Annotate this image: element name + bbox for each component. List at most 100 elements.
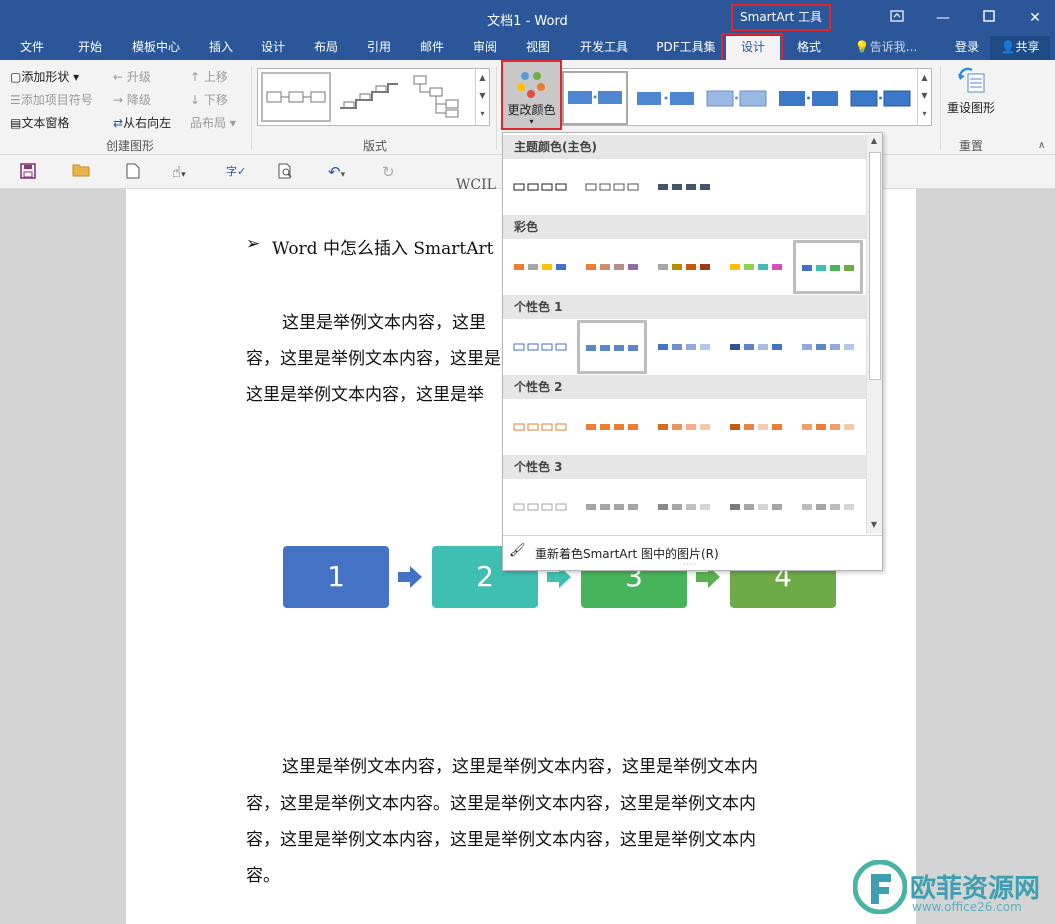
heading-text: Word 中怎么插入 SmartArt (272, 239, 494, 259)
tell-me-search[interactable]: 💡告诉我... (846, 36, 926, 60)
group-divider (251, 66, 252, 150)
color-swatch[interactable] (651, 483, 717, 531)
layouts-scroll[interactable]: ▲ ▼ ▾ (475, 69, 489, 125)
section-header-theme-colors: 主题颜色(主色) (503, 135, 866, 159)
tab-design[interactable]: 设计 (250, 36, 296, 60)
title-bar: 文档1 - Word SmartArt 工具 — ✕ (0, 0, 1055, 36)
color-swatch-hover[interactable] (577, 320, 647, 374)
tab-developer[interactable]: 开发工具 (570, 36, 638, 60)
new-document-icon[interactable] (126, 163, 140, 183)
color-swatch[interactable] (507, 403, 573, 451)
text-pane-button[interactable]: ▤文本窗格 (10, 114, 69, 131)
dropdown-scrollbar[interactable]: ▲ ▼ (866, 134, 882, 534)
color-swatch[interactable] (723, 323, 789, 371)
resize-grip-icon[interactable]: ···· (683, 560, 697, 569)
tab-format[interactable]: 格式 (785, 36, 833, 60)
layout-thumb-basic-process[interactable] (261, 72, 331, 122)
save-icon[interactable] (20, 163, 36, 183)
styles-scroll[interactable]: ▲ ▼ ▾ (917, 69, 931, 125)
color-swatch[interactable] (723, 243, 789, 291)
right-to-left-button[interactable]: ⇄从右向左 (113, 114, 171, 131)
ribbon-display-icon[interactable] (885, 6, 909, 30)
tab-references[interactable]: 引用 (356, 36, 402, 60)
tab-template-center[interactable]: 模板中心 (122, 36, 190, 60)
smartart-step-1[interactable]: 1 (283, 546, 389, 608)
layout-button[interactable]: 品布局 ▾ (190, 114, 236, 131)
tab-home[interactable]: 开始 (66, 36, 114, 60)
color-swatch-selected[interactable] (793, 240, 863, 294)
scroll-down-icon[interactable]: ▼ (867, 520, 881, 529)
section-header-accent-1: 个性色 1 (503, 295, 866, 319)
style-thumb-5[interactable] (850, 89, 912, 109)
close-icon[interactable]: ✕ (1023, 6, 1047, 30)
tab-review[interactable]: 审阅 (462, 36, 508, 60)
open-folder-icon[interactable] (72, 163, 90, 181)
sign-in-link[interactable]: 登录 (948, 36, 986, 60)
add-bullet-button[interactable]: ☰添加项目符号 (10, 91, 93, 108)
color-swatch[interactable] (651, 403, 717, 451)
redo-icon[interactable]: ↻ (382, 163, 395, 181)
scroll-thumb[interactable] (869, 152, 881, 380)
color-swatch[interactable] (507, 163, 573, 211)
reset-graphic-icon (946, 66, 996, 97)
recolor-pictures-item[interactable]: 🖌 重新着色SmartArt 图中的图片(R) ···· (503, 535, 882, 571)
color-swatch[interactable] (579, 243, 645, 291)
heading-partial: WCIL (456, 177, 496, 193)
tab-insert[interactable]: 插入 (198, 36, 244, 60)
color-row-theme (503, 159, 866, 215)
demote-button[interactable]: → 降级 (113, 91, 151, 108)
tab-layout[interactable]: 布局 (303, 36, 349, 60)
collapse-ribbon-icon[interactable]: ∧ (1038, 140, 1045, 151)
tab-mailings[interactable]: 邮件 (409, 36, 455, 60)
color-swatch[interactable] (507, 243, 573, 291)
color-swatch[interactable] (651, 163, 717, 211)
style-thumb-simple[interactable] (562, 71, 628, 125)
arrow-up-icon: ↑ (190, 70, 201, 84)
color-row-colorful (503, 239, 866, 295)
watermark-url: www.office26.com (912, 900, 1022, 914)
color-swatch[interactable] (651, 243, 717, 291)
color-swatch[interactable] (579, 403, 645, 451)
tab-view[interactable]: 视图 (515, 36, 561, 60)
maximize-icon[interactable] (977, 6, 1001, 30)
reset-graphic-button[interactable]: 重设图形 (946, 66, 996, 116)
group-divider (940, 66, 941, 150)
color-swatch[interactable] (795, 323, 861, 371)
color-swatch[interactable] (723, 483, 789, 531)
paragraph-line: 这里是举例文本内容，这里是举例文本内容，这里是举例文本内 (282, 757, 758, 777)
color-row-accent-3 (503, 479, 866, 535)
spelling-check-icon[interactable]: 字✓ (226, 163, 246, 179)
move-up-button[interactable]: ↑ 上移 (190, 68, 228, 85)
color-swatch[interactable] (579, 163, 645, 211)
minimize-icon[interactable]: — (931, 6, 955, 30)
style-thumb-4[interactable] (778, 89, 840, 109)
color-swatch[interactable] (651, 323, 717, 371)
scroll-up-icon[interactable]: ▲ (867, 136, 881, 145)
color-swatch[interactable] (579, 483, 645, 531)
color-swatch[interactable] (795, 483, 861, 531)
add-shape-button[interactable]: ▢添加形状 ▾ (10, 68, 79, 85)
print-preview-icon[interactable] (278, 163, 294, 183)
change-colors-button[interactable]: 更改颜色 ▾ (501, 60, 562, 130)
touch-mode-icon[interactable]: ☝▾ (172, 163, 186, 181)
promote-button[interactable]: ← 升级 (113, 68, 151, 85)
color-swatch[interactable] (507, 323, 573, 371)
style-thumb-3[interactable] (706, 89, 768, 109)
undo-icon[interactable]: ↶▾ (328, 163, 345, 181)
paragraph-line: 这里是举例文本内容，这里是举 (246, 385, 484, 405)
paragraph-line: 容。 (246, 866, 280, 886)
create-graphic-group-label: 创建图形 (105, 139, 154, 153)
layout-thumb-hierarchy[interactable] (408, 72, 478, 122)
section-header-accent-2: 个性色 2 (503, 375, 866, 399)
style-thumb-2[interactable] (636, 89, 696, 109)
arrow-left-icon: ← (113, 70, 124, 84)
color-swatch[interactable] (723, 403, 789, 451)
arrow-down-icon: ↓ (190, 93, 201, 107)
share-button[interactable]: 👤共享 (990, 36, 1050, 60)
tab-file[interactable]: 文件 (8, 36, 56, 60)
layout-thumb-step-up[interactable] (336, 72, 406, 122)
color-swatch[interactable] (795, 403, 861, 451)
tab-pdf-tools[interactable]: PDF工具集 (648, 36, 724, 60)
move-down-button[interactable]: ↓ 下移 (190, 91, 228, 108)
color-swatch[interactable] (507, 483, 573, 531)
